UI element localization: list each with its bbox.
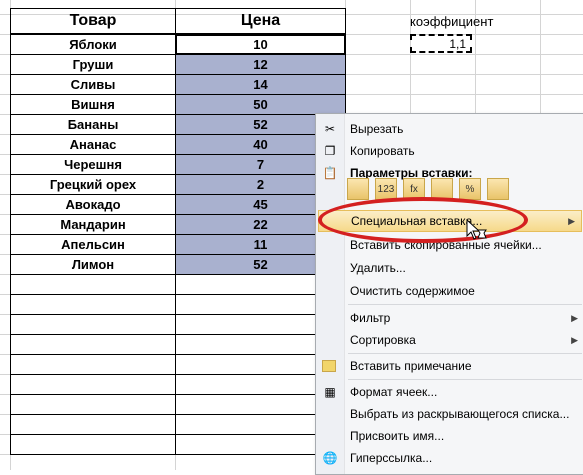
price-cell[interactable]: 14: [175, 74, 346, 95]
menu-item-label: Вырезать: [350, 122, 404, 136]
context-menu: ✂ Вырезать ❐ Копировать 📋 Параметры вста…: [315, 113, 583, 475]
paste-formatting-button[interactable]: %: [459, 178, 481, 200]
copy-icon: ❐: [324, 144, 336, 158]
product-cell[interactable]: Мандарин: [10, 214, 176, 235]
clipboard-icon: 📋: [322, 166, 338, 180]
product-cell[interactable]: Бананы: [10, 114, 176, 135]
price-cell[interactable]: 10: [175, 34, 346, 55]
menu-item-label: Гиперссылка...: [350, 451, 433, 465]
menu-item-copy[interactable]: ❐ Копировать: [316, 140, 583, 162]
menu-item-insert-comment[interactable]: Вставить примечание: [316, 355, 583, 377]
menu-item-label: Фильтр: [350, 311, 391, 325]
scissors-icon: ✂: [324, 122, 336, 136]
coefficient-label[interactable]: коэффициент: [410, 14, 493, 29]
empty-cell[interactable]: [10, 274, 176, 295]
menu-item-label: Очистить содержимое: [350, 284, 475, 298]
paste-formatting-icon: %: [465, 183, 475, 195]
empty-cell[interactable]: [10, 314, 176, 335]
menu-item-cut[interactable]: ✂ Вырезать: [316, 118, 583, 140]
empty-cell[interactable]: [10, 434, 176, 455]
menu-item-label: Сортировка: [350, 333, 416, 347]
paste-button[interactable]: [347, 178, 369, 200]
submenu-arrow-icon: ▶: [568, 215, 575, 226]
highlight-ellipse: [318, 197, 528, 243]
menu-item-clear-contents[interactable]: Очистить содержимое: [316, 280, 583, 302]
paste-link-button[interactable]: [487, 178, 509, 200]
product-cell[interactable]: Апельсин: [10, 234, 176, 255]
product-cell[interactable]: Лимон: [10, 254, 176, 275]
menu-item-sort[interactable]: Сортировка ▶: [316, 329, 583, 351]
header-price[interactable]: Цена: [175, 8, 346, 34]
product-cell[interactable]: Вишня: [10, 94, 176, 115]
product-cell[interactable]: Груши: [10, 54, 176, 75]
menu-item-label: Выбрать из раскрывающегося списка...: [350, 407, 570, 421]
product-cell[interactable]: Ананас: [10, 134, 176, 155]
price-cell[interactable]: 50: [175, 94, 346, 115]
menu-item-filter[interactable]: Фильтр ▶: [316, 307, 583, 329]
menu-item-label: Копировать: [350, 144, 415, 158]
comment-icon: [322, 360, 336, 372]
submenu-arrow-icon: ▶: [571, 334, 578, 345]
paste-values-icon: 123: [377, 183, 395, 195]
menu-separator: [348, 353, 582, 354]
mouse-cursor-icon: [466, 218, 487, 240]
coefficient-cell[interactable]: 1,1: [410, 34, 472, 53]
empty-cell[interactable]: [10, 354, 176, 375]
price-cell[interactable]: 12: [175, 54, 346, 75]
product-cell[interactable]: Черешня: [10, 154, 176, 175]
menu-item-pick-from-list[interactable]: Выбрать из раскрывающегося списка...: [316, 403, 583, 425]
menu-item-label: Удалить...: [350, 261, 406, 275]
menu-item-format-cells[interactable]: ▦ Формат ячеек...: [316, 381, 583, 403]
menu-item-label: Присвоить имя...: [350, 429, 445, 443]
empty-cell[interactable]: [10, 374, 176, 395]
hyperlink-icon: 🌐: [322, 451, 338, 465]
menu-item-label: Формат ячеек...: [350, 385, 438, 399]
header-product[interactable]: Товар: [10, 8, 176, 34]
empty-cell[interactable]: [10, 334, 176, 355]
product-cell[interactable]: Грецкий орех: [10, 174, 176, 195]
format-cells-icon: ▦: [324, 385, 336, 399]
menu-separator: [348, 304, 582, 305]
menu-item-define-name[interactable]: Присвоить имя...: [316, 425, 583, 447]
product-cell[interactable]: Яблоки: [10, 34, 176, 55]
submenu-arrow-icon: ▶: [571, 312, 578, 323]
menu-separator: [348, 379, 582, 380]
menu-item-label: Вставить примечание: [350, 359, 472, 373]
product-cell[interactable]: Сливы: [10, 74, 176, 95]
paste-values-button[interactable]: 123: [375, 178, 397, 200]
menu-item-delete[interactable]: Удалить...: [316, 257, 583, 279]
empty-cell[interactable]: [10, 394, 176, 415]
empty-cell[interactable]: [10, 414, 176, 435]
paste-formulas-icon: fx: [410, 183, 418, 195]
product-cell[interactable]: Авокадо: [10, 194, 176, 215]
menu-item-hyperlink[interactable]: 🌐 Гиперссылка...: [316, 447, 583, 469]
empty-cell[interactable]: [10, 294, 176, 315]
